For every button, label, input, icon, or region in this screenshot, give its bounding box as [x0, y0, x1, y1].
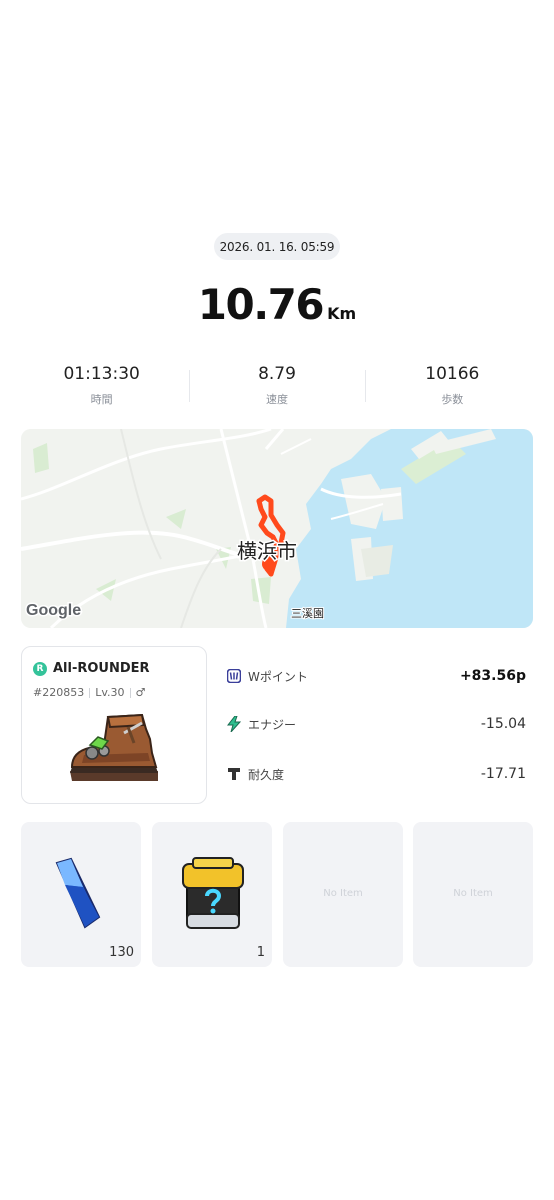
w-point-icon [226, 668, 242, 684]
item-count: 1 [256, 945, 265, 960]
stat-speed-label: 速度 [265, 393, 288, 406]
stats-row: 01:13:30 時間 8.79 速度 10166 歩数 [14, 364, 540, 414]
stat-time-label: 時間 [90, 393, 113, 406]
result-row-wpoint: Wポイント +83.56p [226, 664, 526, 688]
result-value: -15.04 [480, 716, 526, 732]
stat-speed-value: 8.79 [258, 364, 296, 384]
shoe-id: #220853 [33, 686, 85, 699]
result-value: +83.56p [459, 668, 526, 684]
stat-time: 01:13:30 時間 [14, 364, 189, 414]
empty-slot-label: No Item [453, 888, 493, 899]
gender-icon: ♂ [135, 686, 146, 699]
boot-icon [64, 709, 164, 793]
stat-time-value: 01:13:30 [63, 364, 140, 384]
energy-icon [226, 716, 242, 732]
empty-slot-label: No Item [323, 888, 363, 899]
shoe-name: All-ROUNDER [53, 661, 150, 676]
result-row-energy: エナジー -15.04 [226, 712, 526, 736]
shoe-level: Lv.30 [95, 686, 125, 699]
item-slot-gem[interactable]: 130 [21, 822, 141, 967]
shoe-card[interactable]: R All-ROUNDER #220853 Lv.30 ♂ [21, 646, 207, 804]
stat-speed: 8.79 速度 [189, 364, 364, 414]
date-pill: 2026. 01. 16. 05:59 [214, 233, 340, 260]
durability-icon [226, 766, 242, 782]
map-city-label: 横浜市 [237, 539, 297, 563]
divider [89, 687, 91, 698]
item-slot-box[interactable]: 1 [152, 822, 272, 967]
divider [129, 687, 131, 698]
result-label: 耐久度 [248, 767, 285, 782]
stat-steps-label: 歩数 [441, 393, 464, 406]
shoe-meta: #220853 Lv.30 ♂ [33, 686, 145, 699]
result-row-durability: 耐久度 -17.71 [226, 762, 526, 786]
stat-steps: 10166 歩数 [364, 364, 540, 414]
mystery-box-icon [179, 856, 247, 940]
item-slot-empty: No Item [413, 822, 533, 967]
route-map[interactable]: 横浜市 三溪園 Google [21, 429, 533, 628]
rarity-badge: R [33, 661, 47, 676]
map-canvas: 横浜市 三溪園 Google [21, 429, 533, 628]
result-label: エナジー [248, 717, 297, 732]
result-value: -17.71 [480, 766, 526, 782]
shoe-header: R All-ROUNDER [33, 661, 150, 676]
map-provider-logo: Google [26, 602, 81, 619]
item-count: 130 [109, 945, 134, 960]
distance-unit: Km [327, 304, 357, 323]
map-place-label: 三溪園 [291, 607, 324, 620]
distance-display: 10.76 Km [0, 280, 554, 329]
stat-steps-value: 10166 [425, 364, 480, 384]
distance-value: 10.76 [197, 280, 325, 329]
date-text: 2026. 01. 16. 05:59 [219, 239, 335, 254]
item-slot-empty: No Item [283, 822, 403, 967]
result-label: Wポイント [248, 669, 308, 684]
reward-items: 130 1 No Item No Item [21, 822, 533, 967]
blue-gem-icon [53, 857, 103, 933]
